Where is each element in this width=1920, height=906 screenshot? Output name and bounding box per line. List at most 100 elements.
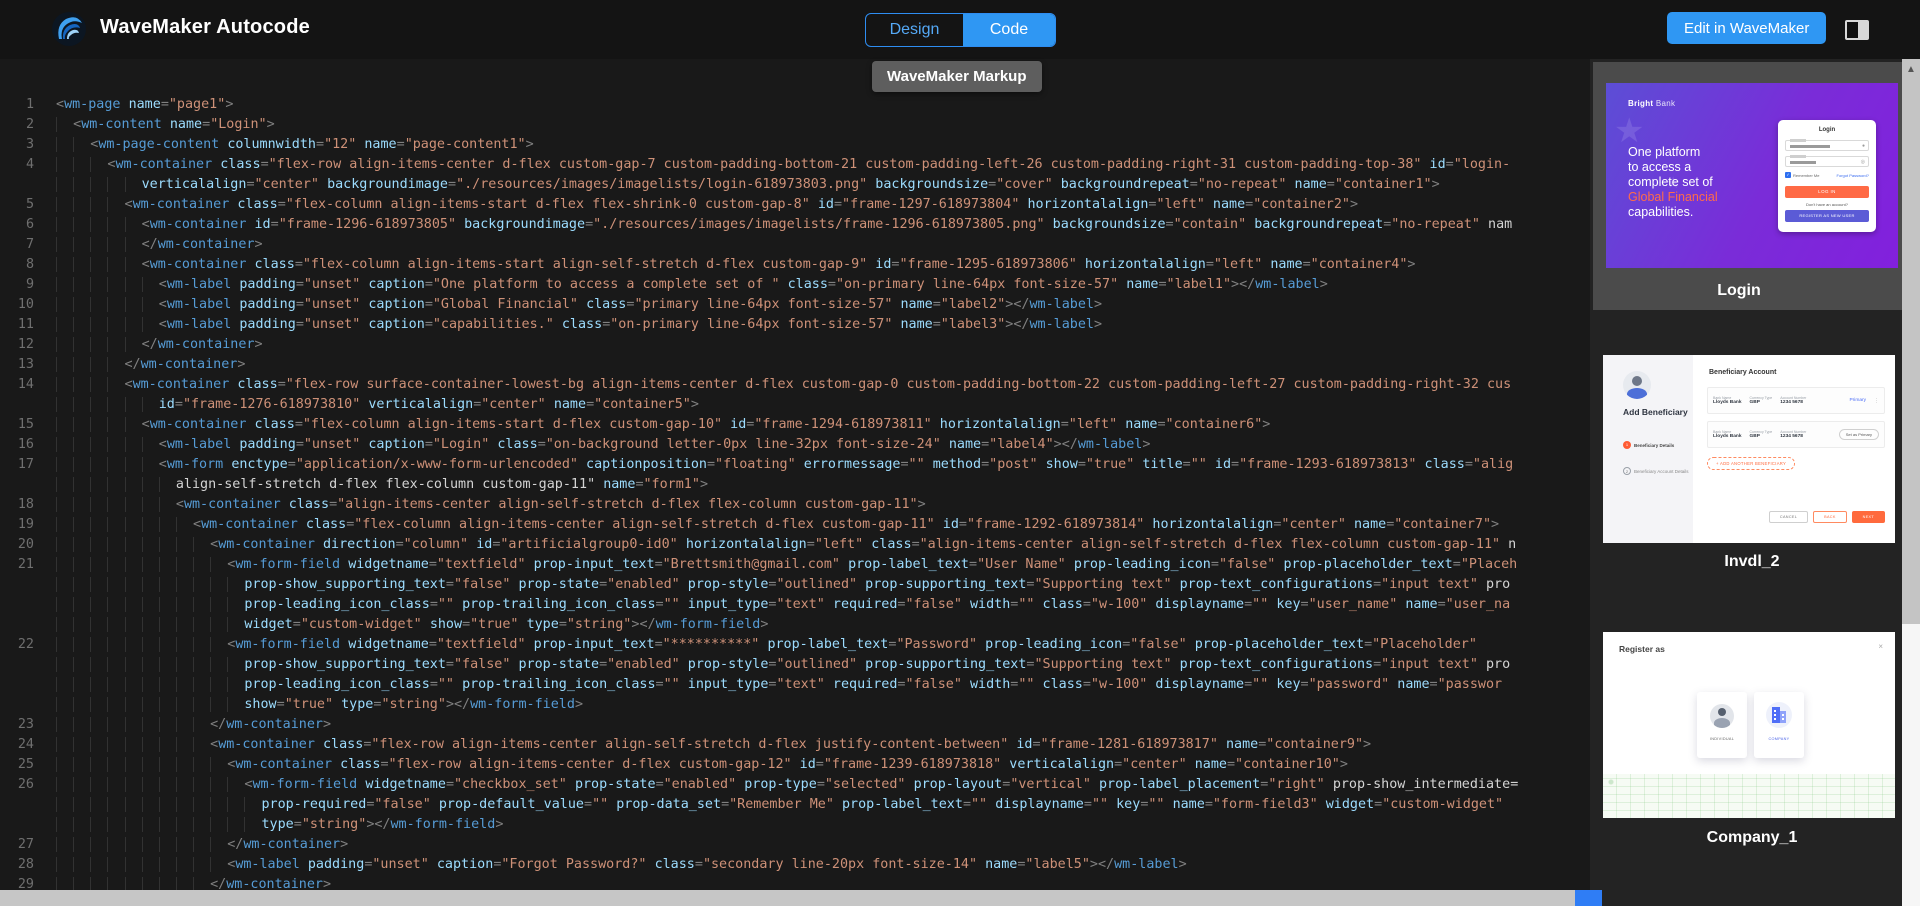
scroll-up-arrow-icon[interactable]: ▲ xyxy=(1904,64,1918,75)
code-text: prop-leading_icon_class="" prop-trailing… xyxy=(56,595,1590,615)
code-text: <wm-label padding="unset" caption="Login… xyxy=(56,435,1590,455)
code-text: <wm-page-content columnwidth="12" name="… xyxy=(56,135,1590,155)
code-row: 25 <wm-container class="flex-row align-i… xyxy=(0,755,1590,775)
mini-remember-row: ✓ Remember Me Forgot Password? xyxy=(1785,172,1869,178)
line-number: 4 xyxy=(0,155,56,175)
horizontal-scrollbar[interactable] xyxy=(0,890,1590,906)
code-text: <wm-label padding="unset" caption="One p… xyxy=(56,275,1590,295)
line-number: 5 xyxy=(0,195,56,215)
brand-light: Bank xyxy=(1656,99,1675,108)
code-text: id="frame-1276-618973810" verticalalign=… xyxy=(56,395,1590,415)
page-label-company1[interactable]: Company_1 xyxy=(1606,829,1898,847)
mini-login-title: Login xyxy=(1778,127,1876,133)
register-as-title: Register as xyxy=(1619,644,1665,654)
line-number: 15 xyxy=(0,415,56,435)
code-row: 28 <wm-label padding="unset" caption="Fo… xyxy=(0,855,1590,875)
beneficiary-row: Bank NameLloyds Bank Currency TypeGBP Ac… xyxy=(1707,387,1885,414)
invdl2-page-thumbnail[interactable]: Add Beneficiary 1 Beneficiary Details 2 … xyxy=(1603,355,1895,543)
code-text: <wm-label padding="unset" caption="Globa… xyxy=(56,295,1590,315)
line-number xyxy=(0,655,56,675)
line-number xyxy=(0,175,56,195)
edit-in-wavemaker-button[interactable]: Edit in WaveMaker xyxy=(1667,12,1826,44)
code-text: type="string"></wm-form-field> xyxy=(56,815,1590,835)
line-number: 26 xyxy=(0,775,56,795)
line-number: 7 xyxy=(0,235,56,255)
step1-label: Beneficiary Details xyxy=(1634,443,1674,448)
mini-register-button: REGISTER AS NEW USER xyxy=(1785,210,1869,222)
line-number xyxy=(0,795,56,815)
account-value: 1234 5678 xyxy=(1780,434,1806,439)
add-another-beneficiary-button: + ADD ANOTHER BENEFICIARY xyxy=(1707,457,1795,470)
individual-label: INDIVIDUAL xyxy=(1710,737,1734,741)
mode-toggle: Design Code xyxy=(865,13,1056,47)
line-number xyxy=(0,595,56,615)
tab-design[interactable]: Design xyxy=(866,14,963,46)
primary-link: Primary xyxy=(1849,398,1866,403)
code-text: <wm-label padding="unset" caption="capab… xyxy=(56,315,1590,335)
line-number: 18 xyxy=(0,495,56,515)
mini-password-field: ◎ xyxy=(1785,156,1869,167)
code-text: <wm-page name="page1"> xyxy=(56,95,1590,115)
step2-label: Beneficiary Account Details xyxy=(1634,469,1689,474)
code-row: 21 <wm-form-field widgetname="textfield"… xyxy=(0,555,1590,575)
cancel-button: CANCEL xyxy=(1769,511,1808,523)
code-row: prop-leading_icon_class="" prop-trailing… xyxy=(0,675,1590,695)
mini-username-field: ● xyxy=(1785,140,1869,151)
code-text: <wm-container class="flex-column align-i… xyxy=(56,255,1590,275)
line-number: 11 xyxy=(0,315,56,335)
code-text: <wm-container class="flex-column align-i… xyxy=(56,415,1590,435)
code-row: type="string"></wm-form-field> xyxy=(0,815,1590,835)
mini-remember-label: Remember Me xyxy=(1793,173,1819,178)
code-text: prop-leading_icon_class="" prop-trailing… xyxy=(56,675,1590,695)
bright-bank-logo: Bright Bank xyxy=(1628,99,1675,108)
panel-toggle-icon[interactable] xyxy=(1845,20,1869,40)
company-label: COMPANY xyxy=(1768,737,1789,741)
line-number: 23 xyxy=(0,715,56,735)
bank-value: Lloyds Bank xyxy=(1713,434,1742,439)
code-text: <wm-form-field widgetname="checkbox_set"… xyxy=(56,775,1590,795)
page-card-login[interactable]: ★ ★ Bright Bank One platform to access a… xyxy=(1593,62,1902,310)
line-number xyxy=(0,695,56,715)
line-number: 16 xyxy=(0,435,56,455)
sidebar-scrollbar-thumb[interactable] xyxy=(1902,59,1920,624)
code-text: <wm-form-field widgetname="textfield" pr… xyxy=(56,555,1590,575)
line-number: 21 xyxy=(0,555,56,575)
account-value: 1234 5678 xyxy=(1780,400,1806,405)
code-row: 13 </wm-container> xyxy=(0,355,1590,375)
code-text: <wm-form-field widgetname="textfield" pr… xyxy=(56,635,1590,655)
line-number: 8 xyxy=(0,255,56,275)
code-row: 11 <wm-label padding="unset" caption="ca… xyxy=(0,315,1590,335)
line-number xyxy=(0,675,56,695)
code-text: prop-required="false" prop-default_value… xyxy=(56,795,1590,815)
code-row: prop-required="false" prop-default_value… xyxy=(0,795,1590,815)
code-row: 8 <wm-container class="flex-column align… xyxy=(0,255,1590,275)
code-row: 2 <wm-content name="Login"> xyxy=(0,115,1590,135)
code-row: prop-show_supporting_text="false" prop-s… xyxy=(0,655,1590,675)
page-label-login[interactable]: Login xyxy=(1593,282,1885,300)
code-editor[interactable]: 1<wm-page name="page1">2 <wm-content nam… xyxy=(0,59,1590,892)
code-text: align-self-stretch d-flex flex-column cu… xyxy=(56,475,1590,495)
tab-code[interactable]: Code xyxy=(963,14,1055,46)
sidebar-scrollbar[interactable]: ▲ xyxy=(1902,59,1920,906)
login-page-thumbnail[interactable]: ★ ★ Bright Bank One platform to access a… xyxy=(1606,83,1898,268)
headline-line: complete set of xyxy=(1628,175,1718,190)
code-row: 17 <wm-form enctype="application/x-www-f… xyxy=(0,455,1590,475)
code-row: 4 <wm-container class="flex-row align-it… xyxy=(0,155,1590,175)
code-text: <wm-container class="flex-row surface-co… xyxy=(56,375,1590,395)
close-icon: × xyxy=(1878,642,1883,651)
line-number: 22 xyxy=(0,635,56,655)
code-text: </wm-container> xyxy=(56,335,1590,355)
code-row: 15 <wm-container class="flex-column alig… xyxy=(0,415,1590,435)
line-number: 12 xyxy=(0,335,56,355)
mini-checkbox: ✓ xyxy=(1785,172,1791,178)
company1-page-thumbnail[interactable]: Register as × INDIVIDUAL COMPANY xyxy=(1603,632,1895,818)
headline-line: capabilities. xyxy=(1628,205,1718,220)
code-text: prop-show_supporting_text="false" prop-s… xyxy=(56,575,1590,595)
line-number: 1 xyxy=(0,95,56,115)
beneficiary-left-panel: Add Beneficiary 1 Beneficiary Details 2 … xyxy=(1603,355,1693,543)
line-number: 28 xyxy=(0,855,56,875)
code-text: <wm-container class="align-items-center … xyxy=(56,495,1590,515)
headline-line: One platform xyxy=(1628,145,1718,160)
page-label-invdl2[interactable]: Invdl_2 xyxy=(1606,553,1898,571)
headline-line-accent: Global Financial xyxy=(1628,190,1718,205)
